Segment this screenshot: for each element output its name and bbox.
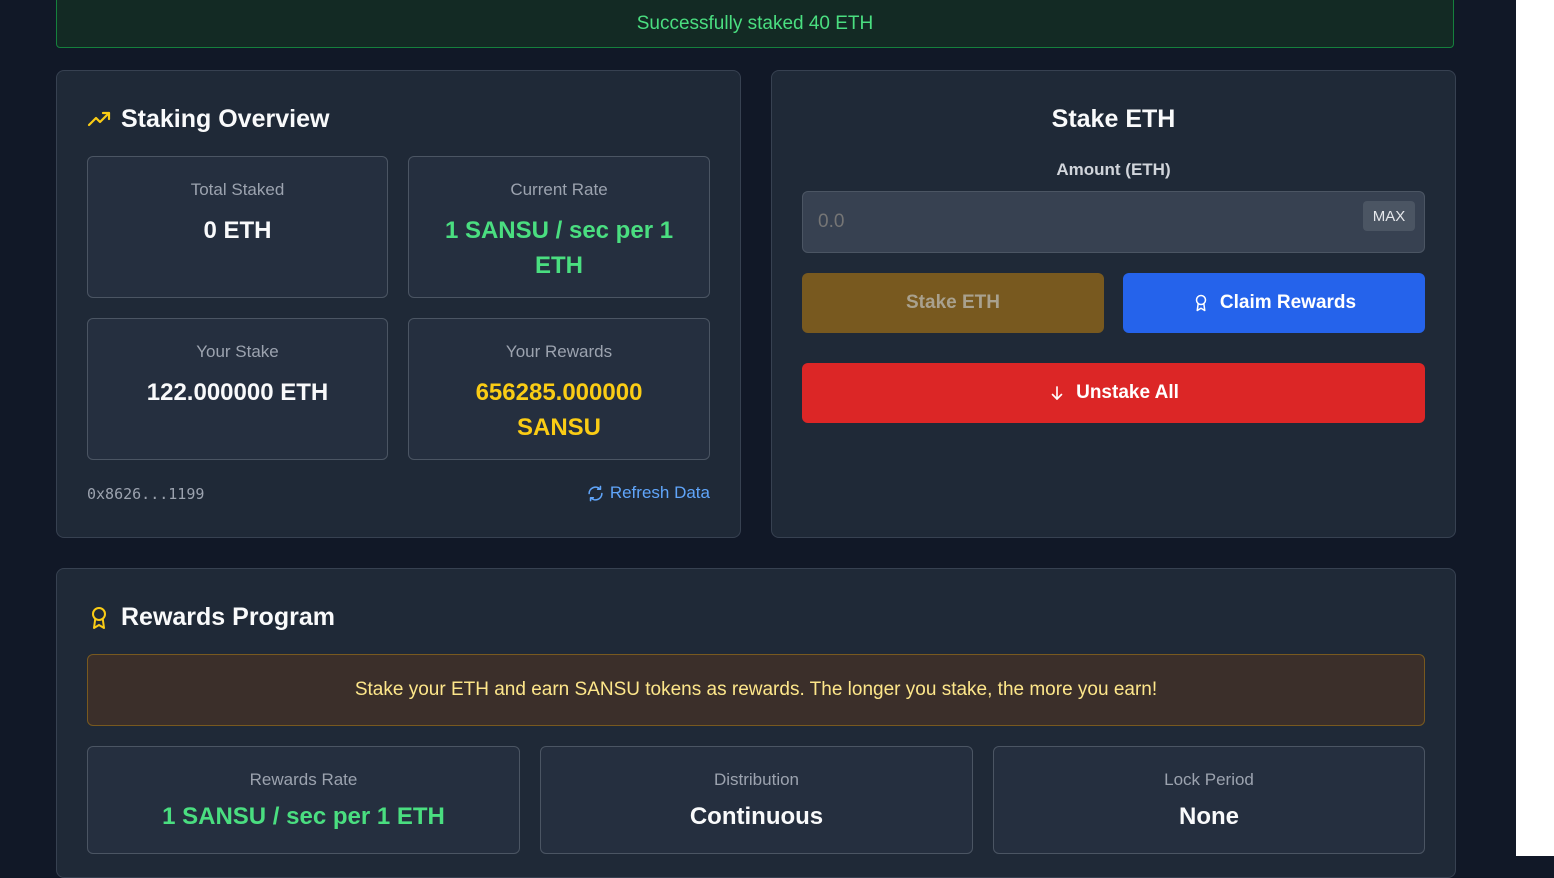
current-rate-value: 1 SANSU / sec per 1 ETH xyxy=(444,217,674,279)
distribution-value: Continuous xyxy=(689,803,824,830)
your-rewards-value: 656285.000000 SANSU xyxy=(475,379,643,441)
wallet-address: 0x8626...1199 xyxy=(87,485,205,503)
stake-eth-button[interactable]: Stake ETH xyxy=(802,273,1104,333)
unstake-all-button[interactable]: Unstake All xyxy=(802,363,1425,423)
unstake-all-label: Unstake All xyxy=(1076,382,1179,403)
total-staked-label: Total Staked xyxy=(190,180,285,199)
trending-up-icon xyxy=(87,108,111,132)
current-rate-stat: Current Rate 1 SANSU / sec per 1 ETH xyxy=(408,156,710,298)
success-toast: Successfully staked 40 ETH xyxy=(56,0,1454,48)
amount-input[interactable] xyxy=(803,192,1343,252)
total-staked-stat: Total Staked 0 ETH xyxy=(87,156,388,298)
scrollbar-gutter xyxy=(1516,0,1554,856)
rewards-rate-value: 1 SANSU / sec per 1 ETH xyxy=(162,803,445,830)
your-stake-value: 122.000000 ETH xyxy=(146,379,329,406)
rewards-notice-text: Stake your ETH and earn SANSU tokens as … xyxy=(354,679,1158,700)
award-icon xyxy=(1192,293,1210,313)
lock-period-label: Lock Period xyxy=(1164,770,1254,789)
rewards-rate-stat: Rewards Rate 1 SANSU / sec per 1 ETH xyxy=(87,746,520,854)
refresh-data-link[interactable]: Refresh Data xyxy=(587,483,710,503)
rewards-program-title-text: Rewards Program xyxy=(121,603,335,631)
amount-label: Amount (ETH) xyxy=(1056,160,1171,179)
stake-eth-button-label: Stake ETH xyxy=(906,292,1000,313)
lock-period-stat: Lock Period None xyxy=(993,746,1425,854)
toast-message: Successfully staked 40 ETH xyxy=(636,13,874,34)
rewards-program-title: Rewards Program xyxy=(87,603,335,632)
rewards-notice: Stake your ETH and earn SANSU tokens as … xyxy=(87,654,1425,726)
claim-rewards-label: Claim Rewards xyxy=(1219,292,1357,313)
stake-eth-title: Stake ETH xyxy=(1051,105,1176,133)
award-icon xyxy=(87,605,111,631)
your-rewards-label: Your Rewards xyxy=(505,342,613,361)
current-rate-label: Current Rate xyxy=(510,180,608,199)
your-rewards-stat: Your Rewards 656285.000000 SANSU xyxy=(408,318,710,460)
lock-period-value: None xyxy=(1179,803,1239,830)
max-button[interactable]: MAX xyxy=(1363,201,1415,231)
rewards-rate-label: Rewards Rate xyxy=(249,770,358,789)
your-stake-label: Your Stake xyxy=(196,342,279,361)
rewards-program-card: Rewards Program Stake your ETH and earn … xyxy=(56,568,1456,878)
staking-overview-card: Staking Overview Total Staked 0 ETH Curr… xyxy=(56,70,741,538)
claim-rewards-button[interactable]: Claim Rewards xyxy=(1123,273,1425,333)
your-stake-stat: Your Stake 122.000000 ETH xyxy=(87,318,388,460)
staking-overview-title-text: Staking Overview xyxy=(121,105,330,133)
staking-overview-title: Staking Overview xyxy=(87,105,329,134)
refresh-data-label: Refresh Data xyxy=(609,483,710,502)
distribution-label: Distribution xyxy=(713,770,800,789)
total-staked-value: 0 ETH xyxy=(203,217,272,244)
stake-eth-card: Stake ETH Amount (ETH) MAX Stake ETH Cla… xyxy=(771,70,1456,538)
distribution-stat: Distribution Continuous xyxy=(540,746,973,854)
amount-input-wrapper: MAX xyxy=(802,191,1425,253)
arrow-down-icon xyxy=(1048,384,1066,402)
refresh-icon xyxy=(587,485,604,502)
